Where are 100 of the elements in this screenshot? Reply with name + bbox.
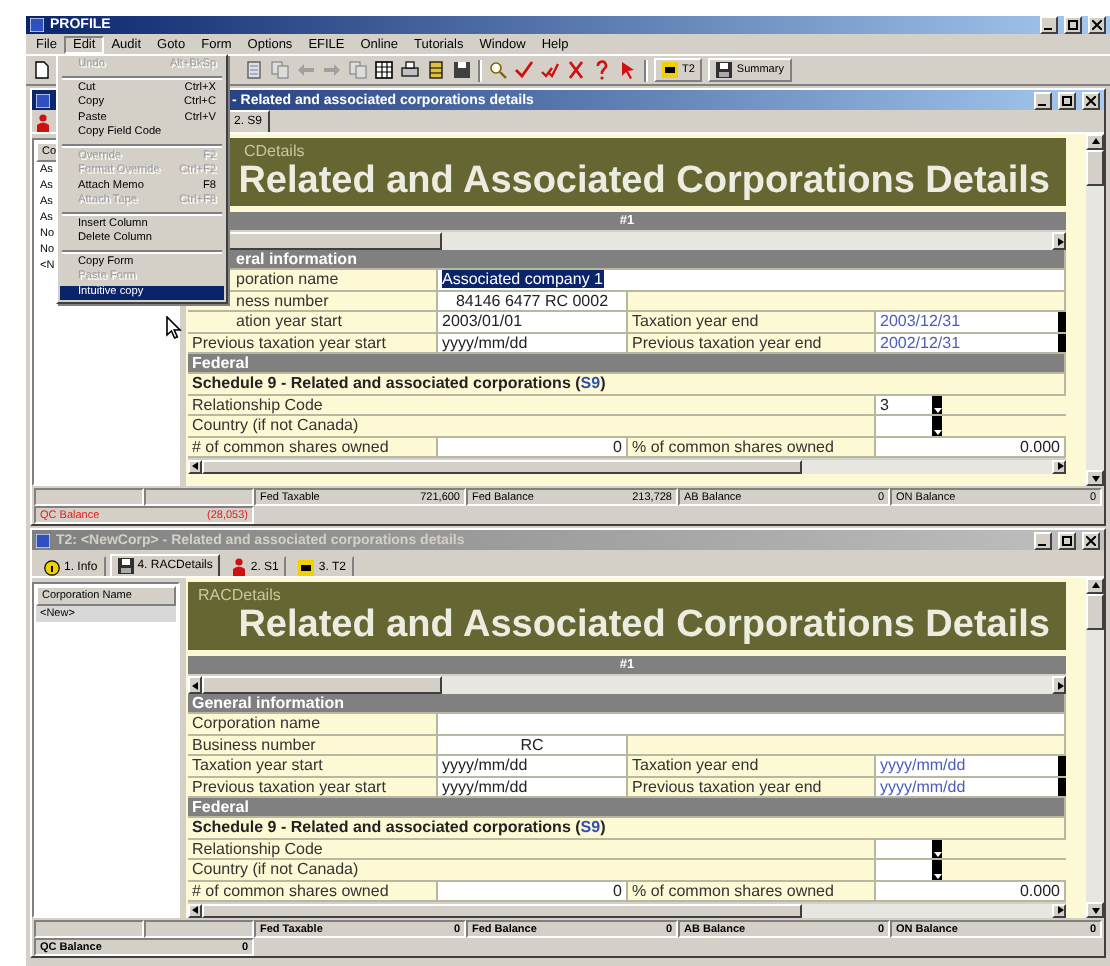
- section-header: Federal: [188, 353, 1066, 375]
- scroll-thumb[interactable]: [202, 903, 802, 918]
- right-arrow-icon: [1055, 681, 1063, 689]
- field-label: % of common shares owned: [628, 437, 876, 458]
- pointer-icon[interactable]: [618, 60, 638, 80]
- close-button[interactable]: [1082, 91, 1100, 109]
- right-arrow-icon: [1055, 906, 1063, 915]
- app-icon: [36, 93, 50, 107]
- minimize-button[interactable]: [1034, 91, 1052, 109]
- search-icon[interactable]: [488, 60, 508, 80]
- dropdown-button[interactable]: [932, 839, 942, 859]
- maximize-button[interactable]: [1058, 91, 1076, 109]
- close-icon: [1092, 20, 1102, 30]
- section-header: Federal: [188, 797, 1066, 819]
- date-field[interactable]: 2003/01/01: [438, 312, 628, 334]
- horizontal-scrollbar[interactable]: [188, 674, 1066, 694]
- date-field[interactable]: yyyy/mm/dd: [438, 333, 628, 354]
- number-field[interactable]: 0: [438, 437, 628, 458]
- date-field[interactable]: yyyy/mm/dd: [438, 756, 628, 778]
- date-field[interactable]: yyyy/mm/dd: [438, 777, 628, 798]
- dropdown-button[interactable]: [932, 416, 942, 436]
- form-title: Related and Associated Corporations Details: [238, 160, 1050, 202]
- scroll-thumb[interactable]: [1086, 594, 1104, 630]
- new-document-icon[interactable]: [32, 60, 52, 80]
- number-field[interactable]: 0.000: [876, 437, 1066, 458]
- up-arrow-icon: [1091, 582, 1099, 590]
- date-field[interactable]: yyyy/mm/dd: [876, 756, 1058, 776]
- checkmark-icon[interactable]: [514, 60, 534, 80]
- field-label: Country (if not Canada): [188, 860, 876, 882]
- dropdown-field[interactable]: [876, 416, 932, 436]
- right-arrow-icon: [1055, 462, 1063, 471]
- scroll-thumb[interactable]: [1086, 150, 1104, 186]
- question-mark-icon[interactable]: [592, 60, 612, 80]
- form-code: RACDetails: [198, 586, 281, 604]
- maximize-icon: [1062, 95, 1072, 105]
- left-arrow-icon: [191, 462, 199, 471]
- scroll-thumb[interactable]: [202, 676, 442, 694]
- table-icon[interactable]: [374, 60, 394, 80]
- field-label: % of common shares owned: [628, 881, 876, 902]
- field-label: Previous taxation year end: [628, 333, 876, 354]
- field-label: Relationship Code: [188, 839, 876, 861]
- person-icon: [232, 558, 247, 576]
- left-arrow-icon: [191, 681, 199, 689]
- text-field[interactable]: RC: [438, 735, 628, 757]
- form-icon: [662, 62, 678, 78]
- minimize-button[interactable]: [1040, 16, 1058, 34]
- field-label: Country (if not Canada): [188, 416, 876, 438]
- field-label: ation year start: [188, 312, 438, 334]
- form-title: Related and Associated Corporations Details: [238, 604, 1050, 646]
- scroll-thumb[interactable]: [202, 459, 802, 474]
- dropdown-field[interactable]: [876, 860, 932, 880]
- field-label: Taxation year end: [628, 312, 876, 334]
- maximize-icon: [1068, 20, 1078, 30]
- double-check-icon[interactable]: [540, 60, 560, 80]
- number-field[interactable]: 0: [438, 881, 628, 902]
- up-arrow-icon: [1091, 138, 1099, 146]
- close-icon: [1086, 95, 1096, 105]
- field-label: # of common shares owned: [188, 881, 438, 902]
- schedule-heading: Schedule 9 - Related and associated corporations (S9): [188, 374, 1066, 396]
- schedule-link[interactable]: S9: [580, 374, 601, 393]
- minimize-button[interactable]: [1034, 531, 1052, 549]
- maximize-icon: [1062, 535, 1072, 545]
- text-field[interactable]: Associated company 1: [438, 270, 1066, 292]
- maximize-button[interactable]: [1058, 531, 1076, 549]
- dropdown-button[interactable]: [932, 395, 942, 415]
- left-arrow-icon: [191, 906, 199, 915]
- text-field[interactable]: [438, 714, 1066, 736]
- field-label: Business number: [188, 735, 438, 757]
- schedule-link[interactable]: S9: [580, 818, 601, 837]
- stack-icon[interactable]: [426, 60, 446, 80]
- info-icon: [44, 559, 60, 575]
- field-label: Previous taxation year end: [628, 777, 876, 798]
- down-arrow-icon: [1091, 906, 1099, 914]
- vertical-scrollbar[interactable]: [1086, 578, 1104, 918]
- section-header: General information: [188, 694, 1066, 715]
- field-label: # of common shares owned: [188, 437, 438, 458]
- close-button[interactable]: [1088, 16, 1106, 34]
- form-icon: [298, 559, 315, 575]
- field-label: Taxation year end: [628, 756, 876, 778]
- schedule-heading: Schedule 9 - Related and associated corporations (S9): [188, 818, 1066, 840]
- printer-icon[interactable]: [400, 60, 420, 80]
- number-field[interactable]: 0.000: [876, 881, 1066, 902]
- dropdown-button[interactable]: [932, 860, 942, 880]
- close-button[interactable]: [1082, 531, 1100, 549]
- person-icon: [36, 114, 50, 132]
- field-label: Relationship Code: [188, 395, 876, 417]
- field-label: Taxation year start: [188, 756, 438, 778]
- vertical-scrollbar[interactable]: [1086, 134, 1104, 486]
- close-icon: [1086, 535, 1096, 545]
- maximize-button[interactable]: [1064, 16, 1082, 34]
- x-icon[interactable]: [566, 60, 586, 80]
- right-arrow-icon: [1055, 237, 1063, 245]
- down-arrow-icon: [1091, 474, 1099, 482]
- field-label: Corporation name: [188, 714, 438, 736]
- date-field[interactable]: 2003/12/31: [876, 312, 1058, 332]
- form-code: CDetails: [244, 142, 305, 160]
- field-label: Previous taxation year start: [188, 777, 438, 798]
- document-icon[interactable]: [244, 60, 264, 80]
- text-field[interactable]: 84146 6477 RC 0002: [438, 291, 628, 313]
- app-icon: [36, 533, 50, 547]
